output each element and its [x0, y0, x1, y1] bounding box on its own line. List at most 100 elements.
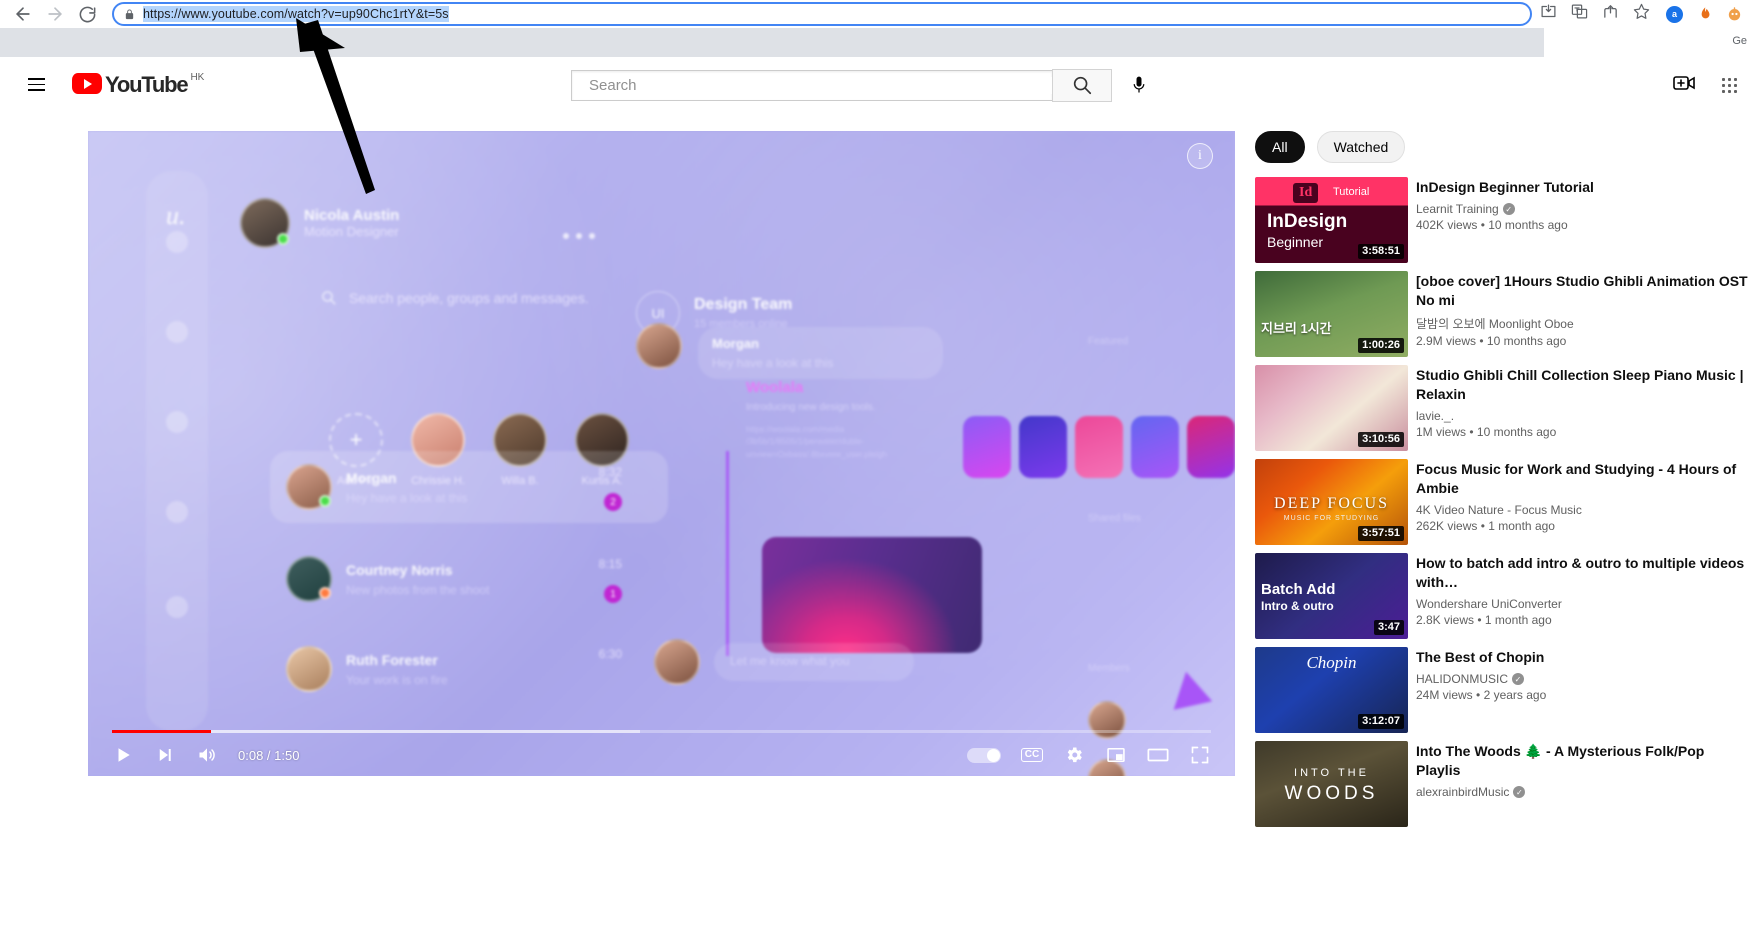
reload-button[interactable]: [72, 1, 102, 27]
video-thumbnail[interactable]: 지브리 1시간 1:00:26: [1255, 271, 1408, 357]
captions-button[interactable]: CC: [1011, 734, 1053, 776]
color-palette: [963, 416, 1235, 478]
thumb-sub-label: WOODS: [1284, 783, 1379, 804]
video-age: 10 months ago: [1486, 334, 1567, 348]
thumb-sub-label: Intro & outro: [1261, 599, 1334, 613]
chip-all[interactable]: All: [1255, 131, 1305, 163]
rail-icon-3: [166, 411, 188, 433]
video-list-item[interactable]: Batch Add Intro & outro 3:47 How to batc…: [1255, 553, 1751, 639]
video-title[interactable]: [oboe cover] 1Hours Studio Ghibli Animat…: [1416, 272, 1751, 310]
video-meta: Studio Ghibli Chill Collection Sleep Pia…: [1416, 365, 1751, 451]
progress-track[interactable]: [112, 730, 1211, 733]
online-dot: [277, 233, 289, 245]
video-thumbnail[interactable]: DEEP FOCUS MUSIC FOR STUDYING 3:57:51: [1255, 459, 1408, 545]
message-input-bubble: Let me know what you: [714, 643, 914, 681]
address-bar[interactable]: https://www.youtube.com/watch?v=up90Chc1…: [112, 2, 1532, 26]
browser-toolbar: https://www.youtube.com/watch?v=up90Chc1…: [0, 0, 1751, 28]
chat-time: 6:30: [598, 647, 622, 661]
video-views: 402K views: [1416, 218, 1478, 232]
search-input[interactable]: [589, 76, 1052, 94]
install-icon[interactable]: [1540, 3, 1557, 25]
thumb-main-label: InDesign: [1267, 211, 1348, 232]
volume-button[interactable]: [186, 734, 228, 776]
video-meta: Focus Music for Work and Studying - 4 Ho…: [1416, 459, 1751, 545]
fullscreen-button[interactable]: [1179, 734, 1221, 776]
chip-watched[interactable]: Watched: [1316, 131, 1406, 163]
video-meta: Into The Woods 🌲 - A Mysterious Folk/Pop…: [1416, 741, 1751, 827]
video-player[interactable]: u. Nicola Austin Motion Designer Search …: [88, 131, 1235, 776]
video-thumbnail[interactable]: Chopin 3:12:07: [1255, 647, 1408, 733]
back-button[interactable]: [8, 1, 38, 27]
channel-name: alexrainbirdMusic: [1416, 785, 1510, 799]
video-channel[interactable]: lavie._.: [1416, 409, 1751, 423]
share-icon[interactable]: [1602, 3, 1619, 25]
theater-mode-button[interactable]: [1137, 734, 1179, 776]
video-title[interactable]: InDesign Beginner Tutorial: [1416, 178, 1751, 197]
miniplayer-button[interactable]: [1095, 734, 1137, 776]
video-list-item[interactable]: DEEP FOCUS MUSIC FOR STUDYING 3:57:51 Fo…: [1255, 459, 1751, 545]
video-list-item[interactable]: INTO THE WOODS Into The Woods 🌲 - A Myst…: [1255, 741, 1751, 827]
channel-name: 달밤의 오보에 Moonlight Oboe: [1416, 317, 1574, 331]
video-thumbnail[interactable]: 3:10:56: [1255, 365, 1408, 451]
thumb-main-label: Chopin: [1306, 653, 1357, 672]
video-channel[interactable]: HALIDONMUSIC ✓: [1416, 672, 1751, 686]
create-video-icon[interactable]: [1672, 71, 1696, 100]
video-stats: 2.9M views • 10 months ago: [1416, 334, 1567, 348]
video-meta: [oboe cover] 1Hours Studio Ghibli Animat…: [1416, 271, 1751, 357]
guide-menu-icon[interactable]: [16, 65, 56, 105]
video-channel[interactable]: alexrainbirdMusic ✓: [1416, 785, 1751, 799]
chat-time: 8:32: [598, 465, 622, 479]
play-button[interactable]: [102, 734, 144, 776]
search-button[interactable]: [1052, 68, 1112, 102]
video-list-item[interactable]: Id Tutorial InDesign Beginner 3:58:51 In…: [1255, 177, 1751, 263]
side-label: Members: [1088, 663, 1130, 674]
thumb-sub-label: MUSIC FOR STUDYING: [1283, 515, 1380, 522]
brand-block: Woolala Introducing new design tools. ht…: [746, 379, 961, 460]
video-list-item[interactable]: 지브리 1시간 1:00:26 [oboe cover] 1Hours Stud…: [1255, 271, 1751, 357]
thumb-main-label: 지브리 1시간: [1261, 321, 1332, 336]
forward-button[interactable]: [40, 1, 70, 27]
video-duration: 1:00:26: [1358, 338, 1404, 353]
video-title[interactable]: How to batch add intro & outro to multip…: [1416, 554, 1751, 592]
video-list-item[interactable]: 3:10:56 Studio Ghibli Chill Collection S…: [1255, 365, 1751, 451]
verified-badge-icon: ✓: [1502, 203, 1515, 215]
message-avatar: [654, 639, 700, 685]
video-title[interactable]: Focus Music for Work and Studying - 4 Ho…: [1416, 460, 1751, 498]
lock-icon: [124, 8, 135, 21]
video-title[interactable]: Into The Woods 🌲 - A Mysterious Folk/Pop…: [1416, 742, 1751, 780]
youtube-apps-icon[interactable]: [1722, 78, 1737, 93]
video-title[interactable]: The Best of Chopin: [1416, 648, 1751, 667]
profile-name: Nicola Austin: [304, 207, 400, 224]
video-channel[interactable]: Learnit Training ✓: [1416, 202, 1751, 216]
channel-name: Learnit Training: [1416, 202, 1499, 216]
next-video-button[interactable]: [144, 734, 186, 776]
bookmark-star-icon[interactable]: [1633, 3, 1650, 25]
video-list-item[interactable]: Chopin 3:12:07 The Best of Chopin HALIDO…: [1255, 647, 1751, 733]
settings-gear-icon[interactable]: [1053, 734, 1095, 776]
message-avatar: [636, 323, 682, 369]
video-title[interactable]: Studio Ghibli Chill Collection Sleep Pia…: [1416, 366, 1751, 404]
voice-search-icon[interactable]: [1121, 67, 1157, 103]
video-views: 262K views: [1416, 519, 1478, 533]
video-channel[interactable]: 달밤의 오보에 Moonlight Oboe: [1416, 315, 1751, 332]
rail-icon-5: [166, 596, 188, 618]
video-meta: InDesign Beginner Tutorial Learnit Train…: [1416, 177, 1751, 263]
video-thumbnail[interactable]: Id Tutorial InDesign Beginner 3:58:51: [1255, 177, 1408, 263]
extension-robot-icon[interactable]: [1726, 6, 1743, 23]
video-channel[interactable]: 4K Video Nature - Focus Music: [1416, 503, 1751, 517]
link-preview-text: https://woolala.com/media /3b5b/1/8505/1…: [746, 424, 888, 459]
youtube-logo[interactable]: YouTube HK: [72, 71, 204, 98]
channel-name: HALIDONMUSIC: [1416, 672, 1509, 686]
translate-icon[interactable]: [1571, 3, 1588, 25]
video-age: 1 month ago: [1488, 519, 1555, 533]
autoplay-toggle[interactable]: [967, 747, 1001, 763]
video-channel[interactable]: Wondershare UniConverter: [1416, 597, 1751, 611]
extension-flame-icon[interactable]: [1696, 6, 1713, 23]
video-stats: 1M views • 10 months ago: [1416, 425, 1557, 439]
video-thumbnail[interactable]: INTO THE WOODS: [1255, 741, 1408, 827]
player-info-icon[interactable]: i: [1187, 143, 1213, 169]
extension-a-icon[interactable]: a: [1666, 5, 1683, 23]
video-duration: 3:47: [1373, 620, 1404, 635]
video-thumbnail[interactable]: Batch Add Intro & outro 3:47: [1255, 553, 1408, 639]
search-box[interactable]: [571, 69, 1052, 101]
